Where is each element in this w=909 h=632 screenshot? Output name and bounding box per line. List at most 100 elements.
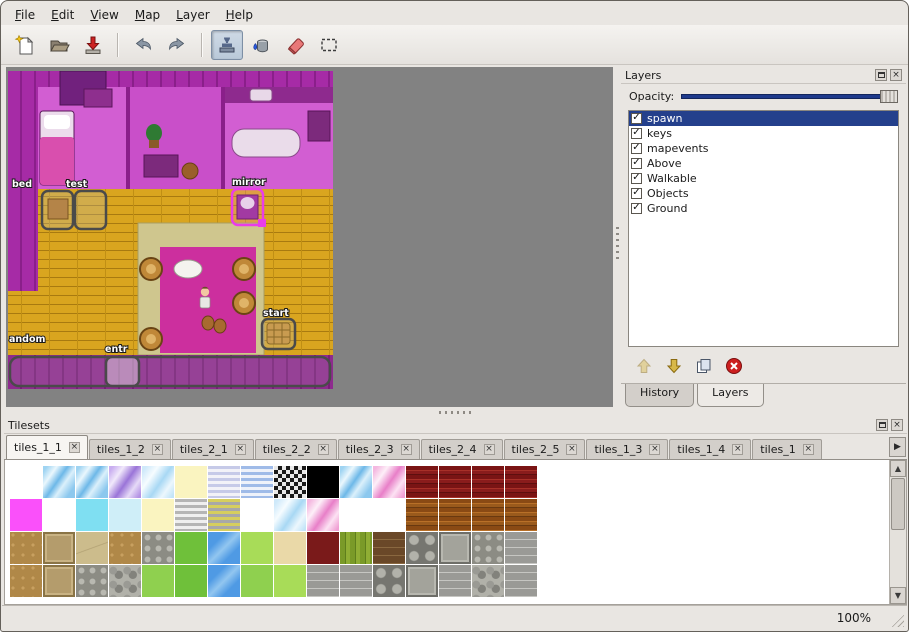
opacity-slider[interactable] bbox=[681, 89, 898, 104]
tileset-tile[interactable] bbox=[76, 532, 108, 564]
tab-history[interactable]: History bbox=[625, 384, 694, 407]
layer-row-Above[interactable]: Above bbox=[629, 156, 898, 171]
tileset-tab-tiles_1[interactable]: tiles_1× bbox=[752, 439, 821, 459]
tileset-tile[interactable] bbox=[406, 532, 438, 564]
resize-grip[interactable] bbox=[890, 613, 904, 627]
open-map-button[interactable] bbox=[43, 30, 75, 60]
tileset-tab-tiles_2_5[interactable]: tiles_2_5× bbox=[504, 439, 586, 459]
slider-handle[interactable] bbox=[880, 90, 898, 103]
tileset-tile[interactable] bbox=[373, 499, 405, 531]
close-dock-button[interactable]: × bbox=[890, 69, 902, 81]
tileset-tile[interactable] bbox=[43, 532, 75, 564]
tab-close-icon[interactable]: × bbox=[732, 444, 743, 455]
map-view[interactable]: bed test mirror start entr andom bbox=[8, 71, 333, 391]
tab-close-icon[interactable]: × bbox=[803, 444, 814, 455]
tileset-tile[interactable] bbox=[208, 532, 240, 564]
tileset-scrollbar[interactable]: ▲ ▼ bbox=[889, 460, 906, 604]
tileset-tile[interactable] bbox=[175, 532, 207, 564]
tileset-tile[interactable] bbox=[307, 565, 339, 597]
scroll-down-button[interactable]: ▼ bbox=[890, 587, 906, 604]
menu-edit[interactable]: Edit bbox=[43, 6, 82, 24]
tileset-tile[interactable] bbox=[373, 532, 405, 564]
layer-row-Walkable[interactable]: Walkable bbox=[629, 171, 898, 186]
tileset-tile[interactable] bbox=[175, 466, 207, 498]
tileset-tile[interactable] bbox=[406, 466, 438, 498]
tileset-tile[interactable] bbox=[439, 466, 471, 498]
tileset-tile[interactable] bbox=[472, 565, 504, 597]
tileset-tile[interactable] bbox=[472, 532, 504, 564]
tileset-tab-tiles_1_3[interactable]: tiles_1_3× bbox=[586, 439, 668, 459]
layer-visibility-checkbox[interactable] bbox=[631, 128, 642, 139]
object-test[interactable] bbox=[75, 191, 106, 229]
tileset-tile[interactable] bbox=[505, 499, 537, 531]
tileset-tile[interactable] bbox=[241, 565, 273, 597]
eraser-button[interactable] bbox=[279, 30, 311, 60]
object-entrance[interactable] bbox=[106, 357, 139, 386]
selection-handle[interactable] bbox=[258, 219, 266, 227]
tileset-tile[interactable] bbox=[439, 532, 471, 564]
tab-close-icon[interactable]: × bbox=[235, 444, 246, 455]
tileset-tile[interactable] bbox=[10, 499, 42, 531]
tileset-tile[interactable] bbox=[340, 532, 372, 564]
tab-close-icon[interactable]: × bbox=[566, 444, 577, 455]
tileset-tile[interactable] bbox=[109, 532, 141, 564]
layer-visibility-checkbox[interactable] bbox=[631, 188, 642, 199]
tileset-tab-tiles_2_3[interactable]: tiles_2_3× bbox=[338, 439, 420, 459]
tileset-tile[interactable] bbox=[241, 532, 273, 564]
rect-select-button[interactable] bbox=[313, 30, 345, 60]
tileset-tile[interactable] bbox=[274, 499, 306, 531]
tileset-tab-tiles_1_1[interactable]: tiles_1_1× bbox=[6, 435, 88, 459]
tileset-tile[interactable] bbox=[142, 466, 174, 498]
tileset-tile[interactable] bbox=[340, 499, 372, 531]
layer-row-spawn[interactable]: spawn bbox=[629, 111, 898, 126]
tab-layers[interactable]: Layers bbox=[697, 384, 763, 407]
tileset-tile[interactable] bbox=[208, 466, 240, 498]
object-random[interactable] bbox=[10, 357, 330, 386]
menu-layer[interactable]: Layer bbox=[168, 6, 217, 24]
save-map-button[interactable] bbox=[77, 30, 109, 60]
tileset-tile[interactable] bbox=[505, 466, 537, 498]
tileset-tile[interactable] bbox=[10, 532, 42, 564]
stamp-brush-button[interactable] bbox=[211, 30, 243, 60]
tab-close-icon[interactable]: × bbox=[484, 444, 495, 455]
tileset-tile[interactable] bbox=[472, 466, 504, 498]
tileset-tile[interactable] bbox=[142, 499, 174, 531]
tileset-tile[interactable] bbox=[439, 499, 471, 531]
tileset-tile[interactable] bbox=[505, 532, 537, 564]
tileset-tile[interactable] bbox=[406, 565, 438, 597]
tileset-tile[interactable] bbox=[109, 466, 141, 498]
tileset-tile[interactable] bbox=[340, 565, 372, 597]
tileset-tile[interactable] bbox=[274, 565, 306, 597]
tileset-tile[interactable] bbox=[43, 499, 75, 531]
tileset-tile[interactable] bbox=[373, 565, 405, 597]
tileset-tile[interactable] bbox=[142, 565, 174, 597]
layer-visibility-checkbox[interactable] bbox=[631, 143, 642, 154]
tileset-tile[interactable] bbox=[373, 466, 405, 498]
map-canvas[interactable]: bed test mirror start entr andom bbox=[6, 67, 613, 407]
tileset-tab-tiles_2_4[interactable]: tiles_2_4× bbox=[421, 439, 503, 459]
layer-visibility-checkbox[interactable] bbox=[631, 203, 642, 214]
layer-visibility-checkbox[interactable] bbox=[631, 158, 642, 169]
raise-layer-button[interactable] bbox=[635, 357, 653, 378]
vertical-splitter[interactable] bbox=[613, 67, 621, 407]
tileset-view[interactable]: ▲ ▼ bbox=[4, 460, 907, 605]
menu-view[interactable]: View bbox=[82, 6, 126, 24]
tileset-tile[interactable] bbox=[76, 466, 108, 498]
float-dock-button[interactable] bbox=[875, 69, 887, 81]
tab-close-icon[interactable]: × bbox=[401, 444, 412, 455]
redo-button[interactable] bbox=[161, 30, 193, 60]
duplicate-layer-button[interactable] bbox=[695, 357, 713, 378]
layer-row-keys[interactable]: keys bbox=[629, 126, 898, 141]
tileset-tile[interactable] bbox=[43, 466, 75, 498]
menu-file[interactable]: File bbox=[7, 6, 43, 24]
tileset-tile[interactable] bbox=[307, 466, 339, 498]
tileset-tile[interactable] bbox=[76, 499, 108, 531]
layer-row-Ground[interactable]: Ground bbox=[629, 201, 898, 216]
tileset-tab-tiles_2_1[interactable]: tiles_2_1× bbox=[172, 439, 254, 459]
tileset-tile[interactable] bbox=[175, 565, 207, 597]
menu-help[interactable]: Help bbox=[218, 6, 261, 24]
tileset-tile[interactable] bbox=[472, 499, 504, 531]
delete-layer-button[interactable] bbox=[725, 357, 743, 378]
tileset-tile[interactable] bbox=[208, 565, 240, 597]
layer-visibility-checkbox[interactable] bbox=[631, 173, 642, 184]
